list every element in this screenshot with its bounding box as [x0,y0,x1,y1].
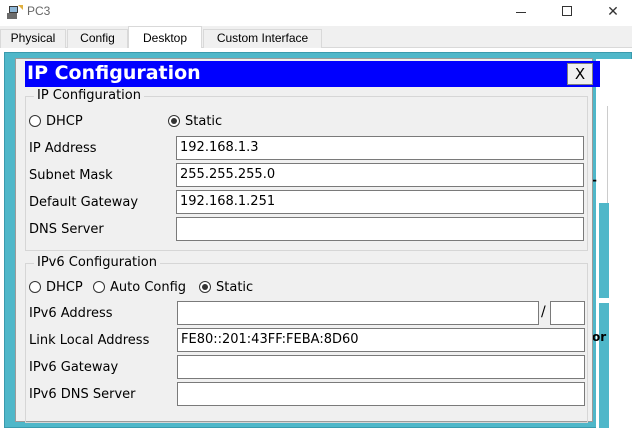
dialog-title: IP Configuration [27,62,201,84]
ipv6-dns-server-input[interactable] [177,382,585,406]
ip-address-label: IP Address [29,141,97,156]
minimize-icon [516,12,526,13]
pc-app-icon [7,5,23,19]
ipv4-static-label: Static [185,113,223,129]
tab-custom-interface[interactable]: Custom Interface [203,29,322,48]
dialog-header: IP Configuration X [25,61,600,87]
default-gateway-input[interactable]: 192.168.1.251 [176,190,584,214]
ipv6-static-option[interactable]: Static [199,279,253,295]
ipv6-gateway-input[interactable] [177,355,585,379]
subnet-mask-input[interactable]: 255.255.255.0 [176,163,584,187]
ipv6-address-input[interactable] [177,301,539,325]
ipv6-dhcp-label: DHCP [46,279,83,295]
dialog-close-button[interactable]: X [567,63,593,85]
ipv4-dhcp-option[interactable]: DHCP [29,113,83,129]
ipv4-group-legend: IP Configuration [34,88,144,103]
maximize-button[interactable] [544,0,590,25]
default-gateway-label: Default Gateway [29,195,139,210]
ipv6-auto-config-option[interactable]: Auto Config [93,279,186,295]
dns-server-label: DNS Server [29,222,104,237]
ipv6-gateway-label: IPv6 Gateway [29,360,119,375]
background-text-fragment: or [592,330,607,344]
ip-configuration-dialog: IP Configuration X IP Configuration DHCP… [15,58,600,423]
link-local-address-input[interactable]: FE80::201:43FF:FEBA:8D60 [177,328,585,352]
tab-bar: Physical Config Desktop Custom Interface [0,26,632,49]
ip-address-input[interactable]: 192.168.1.3 [176,136,584,160]
window-close-button[interactable]: ✕ [590,0,632,25]
radio-icon[interactable] [93,281,105,293]
ipv6-static-label: Static [216,279,254,295]
radio-icon[interactable] [29,115,41,127]
ipv6-dns-server-label: IPv6 DNS Server [29,387,136,402]
minimize-button[interactable] [498,0,544,25]
ipv6-group-legend: IPv6 Configuration [34,255,160,270]
link-local-address-label: Link Local Address [29,333,150,348]
window-title: PC3 [27,4,51,18]
background-strip-upper [599,203,609,298]
radio-icon[interactable] [29,281,41,293]
maximize-icon [562,6,572,16]
ipv6-dhcp-option[interactable]: DHCP [29,279,83,295]
tab-physical[interactable]: Physical [0,29,66,48]
background-scroll-area [607,106,632,206]
radio-selected-icon[interactable] [168,115,180,127]
background-strip-lower [599,303,609,428]
ipv4-dhcp-label: DHCP [46,113,83,129]
ipv4-static-option[interactable]: Static [168,113,222,129]
desktop-frame: - or IP Configuration X IP Configuration… [0,48,632,428]
ipv6-group: IPv6 Configuration DHCP Auto Config Stat… [25,255,588,423]
window-titlebar: PC3 ✕ [0,0,632,25]
ipv6-prefix-input[interactable] [550,301,585,325]
prefix-separator: / [541,304,546,320]
tab-config[interactable]: Config [67,29,128,48]
ipv6-address-label: IPv6 Address [29,306,113,321]
radio-selected-icon[interactable] [199,281,211,293]
subnet-mask-label: Subnet Mask [29,168,113,183]
ipv4-group: IP Configuration DHCP Static IP Address … [25,88,588,251]
ipv6-auto-config-label: Auto Config [110,279,187,295]
tab-desktop[interactable]: Desktop [128,26,202,49]
dns-server-input[interactable] [176,217,584,241]
